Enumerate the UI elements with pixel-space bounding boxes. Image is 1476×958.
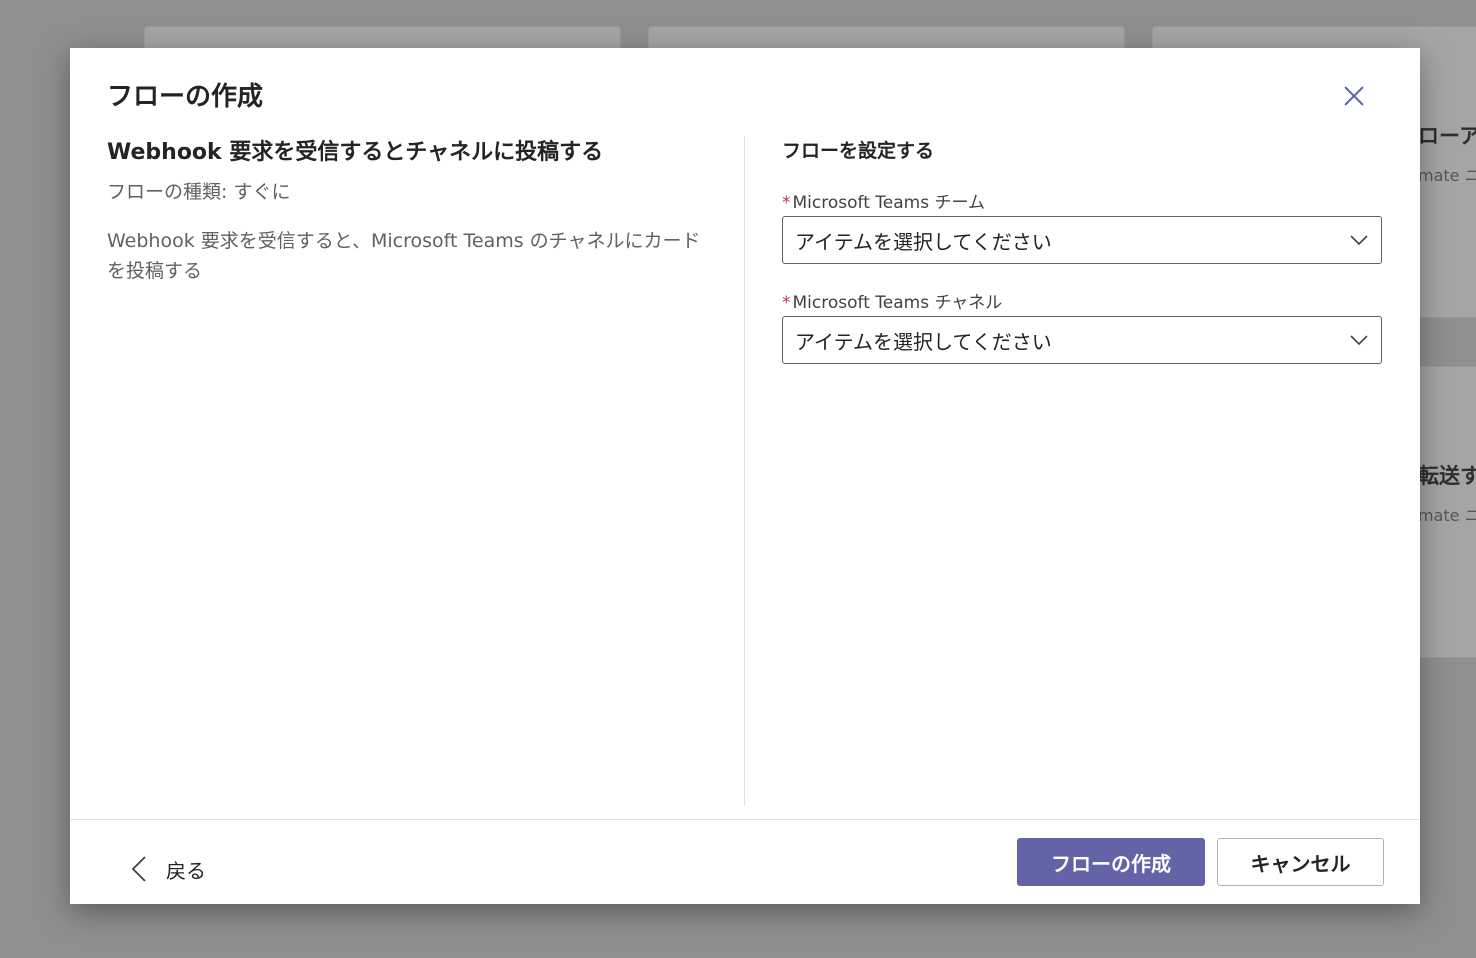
background-card-title: ローア [1418, 124, 1476, 148]
channel-dropdown-value: アイテムを選択してください [795, 329, 1052, 354]
close-icon [1343, 85, 1365, 107]
channel-dropdown[interactable]: アイテムを選択してください [782, 316, 1382, 364]
flow-type: フローの種類: すぐに [107, 181, 291, 203]
channel-field-label: * Microsoft Teams チャネル [782, 292, 1384, 314]
required-mark: * [782, 193, 791, 213]
required-mark: * [782, 293, 791, 313]
create-flow-button[interactable]: フローの作成 [1017, 838, 1205, 886]
chevron-down-icon [1349, 334, 1369, 346]
background-card-title: 転送す [1418, 464, 1476, 488]
team-field-label: * Microsoft Teams チーム [782, 192, 1384, 214]
background-card-subtitle: mate ニ [1418, 506, 1476, 525]
back-button[interactable]: 戻る [130, 848, 206, 890]
chevron-down-icon [1349, 234, 1369, 246]
template-description: Webhook 要求を受信すると、Microsoft Teams のチャネルにカ… [107, 230, 701, 282]
close-button[interactable] [1336, 78, 1372, 114]
team-field: * Microsoft Teams チーム アイテムを選択してください [782, 192, 1384, 264]
chevron-left-icon [130, 854, 154, 884]
template-details: Webhook 要求を受信するとチャネルに投稿する フローの種類: すぐに We… [107, 136, 707, 286]
footer-divider [70, 819, 1420, 820]
dialog-title: フローの作成 [107, 82, 264, 112]
create-flow-dialog: フローの作成 Webhook 要求を受信するとチャネルに投稿する フローの種類:… [70, 48, 1420, 904]
channel-field: * Microsoft Teams チャネル アイテムを選択してください [782, 292, 1384, 364]
vertical-divider [744, 136, 745, 806]
team-label-text: Microsoft Teams チーム [792, 193, 985, 213]
back-label: 戻る [166, 858, 206, 883]
team-dropdown-value: アイテムを選択してください [795, 229, 1052, 254]
cancel-button[interactable]: キャンセル [1217, 838, 1384, 886]
flow-setup-form: フローを設定する * Microsoft Teams チーム アイテムを選択してく… [782, 136, 1384, 392]
team-dropdown[interactable]: アイテムを選択してください [782, 216, 1382, 264]
template-title: Webhook 要求を受信するとチャネルに投稿する [107, 140, 604, 165]
background-card-subtitle: mate ニ [1418, 166, 1476, 185]
channel-label-text: Microsoft Teams チャネル [792, 293, 1003, 313]
setup-section-title: フローを設定する [782, 140, 935, 162]
